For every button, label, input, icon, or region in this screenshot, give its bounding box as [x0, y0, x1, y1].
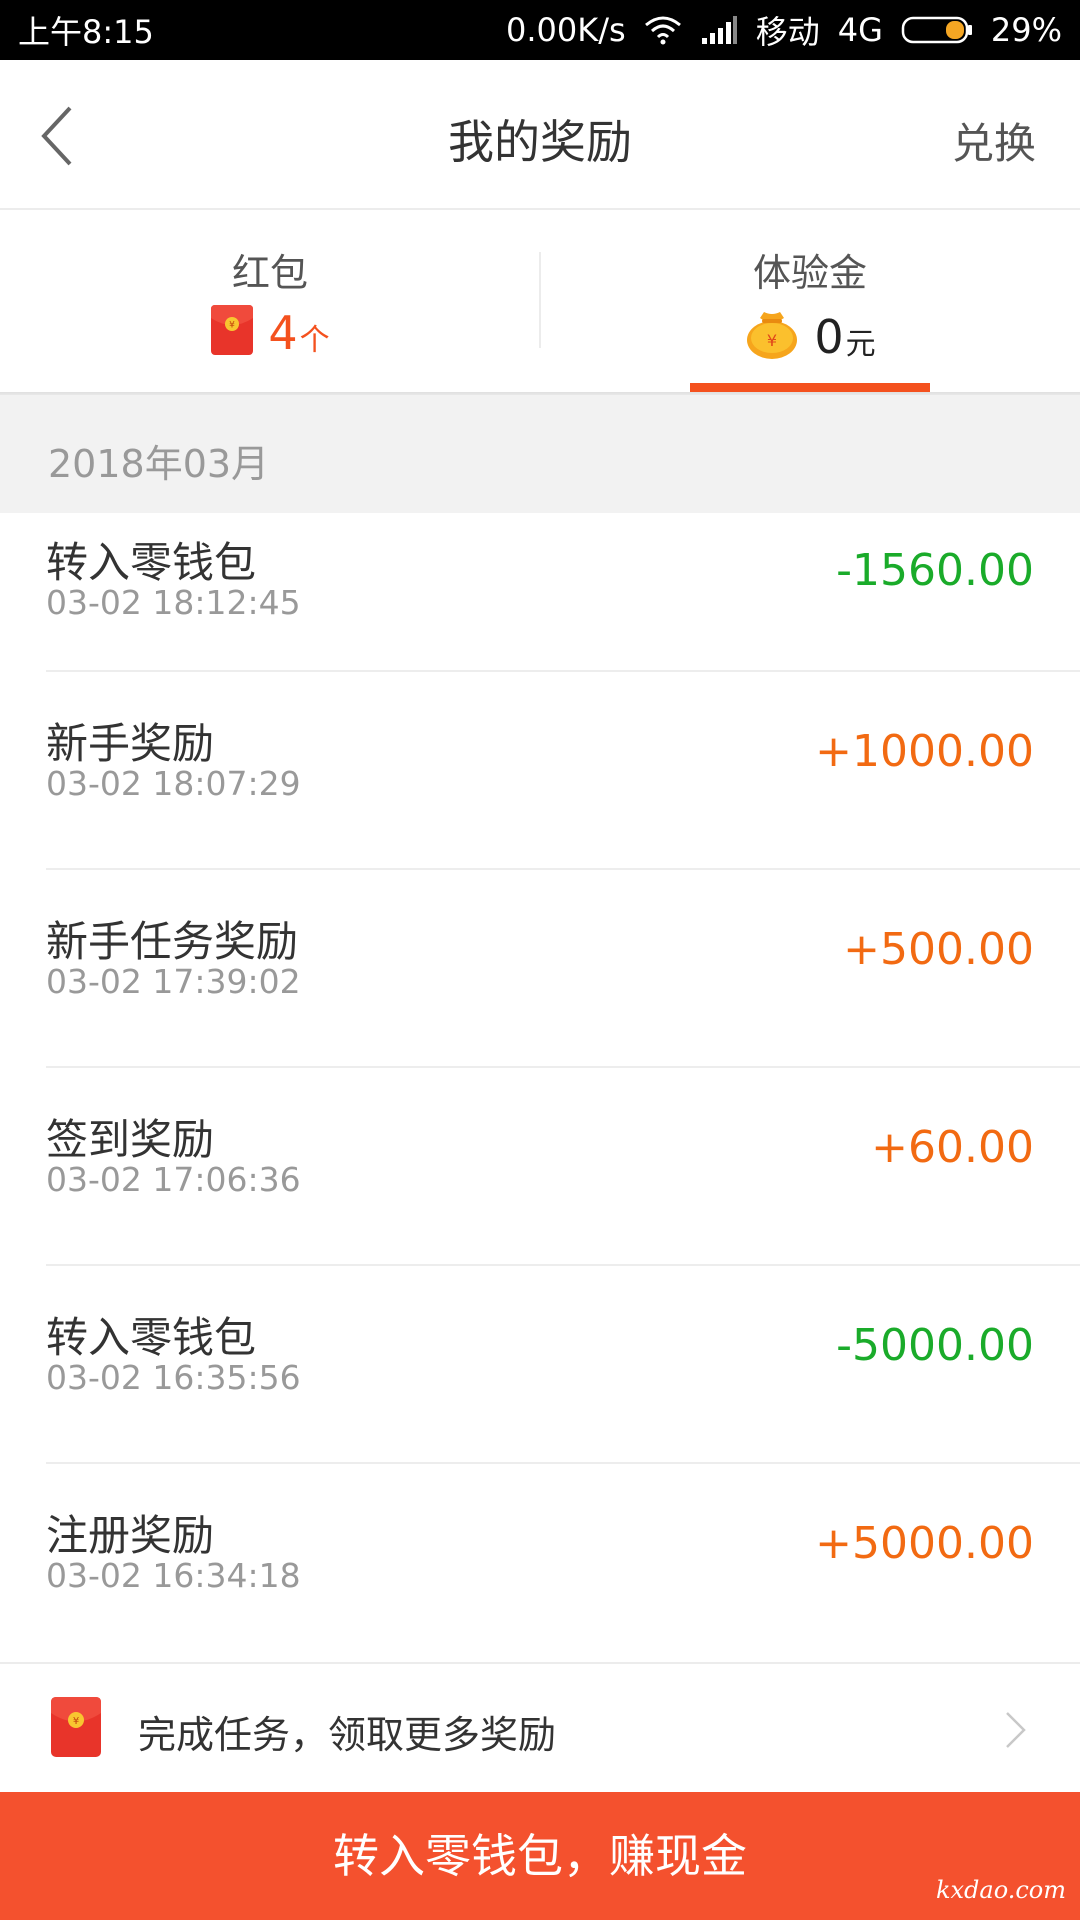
transfer-to-wallet-button[interactable]: 转入零钱包，赚现金	[0, 1792, 1080, 1920]
record-title: 转入零钱包	[46, 1313, 257, 1362]
battery-percent: 29%	[990, 11, 1062, 49]
record-amount: +5000.00	[815, 1518, 1034, 1569]
status-right: 0.00K/s 移动 4G 29%	[506, 7, 1062, 53]
record-amount: +1000.00	[815, 726, 1034, 777]
signal-icon	[701, 16, 737, 44]
list-item: 注册奖励 03-02 16:34:18 +5000.00	[46, 1464, 1080, 1662]
network-speed: 0.00K/s	[506, 11, 626, 49]
record-time: 03-02 16:34:18	[46, 1556, 301, 1595]
record-time: 03-02 16:35:56	[46, 1358, 301, 1397]
svg-text:¥: ¥	[73, 1716, 79, 1727]
task-banner[interactable]: ¥ 完成任务，领取更多奖励	[0, 1662, 1080, 1792]
record-time: 03-02 17:39:02	[46, 962, 301, 1001]
trial-fund-amount: 0	[814, 310, 844, 364]
trial-fund-unit: 元	[845, 327, 876, 362]
records-list: 转入零钱包 03-02 18:12:45 -1560.00 新手奖励 03-02…	[0, 513, 1080, 1662]
tab-value: ¥ 0元	[540, 304, 1080, 360]
record-title: 签到奖励	[46, 1115, 215, 1164]
list-item: 新手奖励 03-02 18:07:29 +1000.00	[46, 672, 1080, 870]
tab-trial-fund[interactable]: 体验金 ¥ 0元	[540, 212, 1080, 392]
status-time: 上午8:15	[18, 13, 154, 51]
red-packet-icon: ¥	[51, 1697, 101, 1757]
red-packet-count: 4	[268, 306, 298, 360]
month-label: 2018年03月	[48, 442, 270, 486]
svg-text:¥: ¥	[229, 321, 235, 331]
record-time: 03-02 18:07:29	[46, 764, 301, 803]
record-amount: +60.00	[871, 1122, 1034, 1173]
carrier-name: 移动	[755, 13, 820, 51]
list-item: 转入零钱包 03-02 16:35:56 -5000.00	[46, 1266, 1080, 1464]
network-type: 4G	[837, 11, 883, 49]
tab-label: 体验金	[752, 251, 867, 295]
nav-bar: 我的奖励 兑换	[0, 60, 1080, 210]
month-header: 2018年03月	[0, 395, 1080, 513]
page-title: 我的奖励	[448, 115, 632, 169]
record-title: 注册奖励	[46, 1511, 215, 1560]
tab-label: 红包	[231, 251, 308, 295]
record-amount: -5000.00	[836, 1320, 1034, 1371]
list-item: 新手任务奖励 03-02 17:39:02 +500.00	[46, 870, 1080, 1068]
record-amount: +500.00	[843, 924, 1034, 975]
list-item: 签到奖励 03-02 17:06:36 +60.00	[46, 1068, 1080, 1266]
svg-text:¥: ¥	[767, 331, 777, 350]
record-title: 新手奖励	[46, 719, 215, 768]
status-bar: 上午8:15 0.00K/s 移动 4G 29%	[0, 0, 1080, 60]
exchange-button[interactable]: 兑换	[952, 110, 1036, 171]
reward-tabs: 红包 ¥ 4个 体验金 ¥ 0元	[0, 212, 1080, 392]
watermark: kxdao.com	[935, 1876, 1066, 1904]
list-item: 转入零钱包 03-02 18:12:45 -1560.00	[46, 513, 1080, 672]
tab-red-packet[interactable]: 红包 ¥ 4个	[0, 212, 540, 392]
chevron-right-icon	[1006, 1712, 1026, 1748]
red-packet-icon: ¥	[211, 305, 254, 355]
red-packet-unit: 个	[299, 323, 330, 358]
record-time: 03-02 18:12:45	[46, 583, 301, 622]
task-banner-text: 完成任务，领取更多奖励	[138, 1713, 557, 1757]
record-time: 03-02 17:06:36	[46, 1160, 301, 1199]
record-amount: -1560.00	[836, 545, 1034, 596]
record-title: 转入零钱包	[46, 538, 257, 587]
tab-indicator	[690, 383, 930, 392]
money-bag-icon: ¥	[747, 312, 798, 359]
tab-value: ¥ 4个	[0, 304, 540, 356]
record-title: 新手任务奖励	[46, 917, 299, 966]
battery-icon	[901, 16, 972, 44]
wifi-icon	[644, 16, 681, 45]
